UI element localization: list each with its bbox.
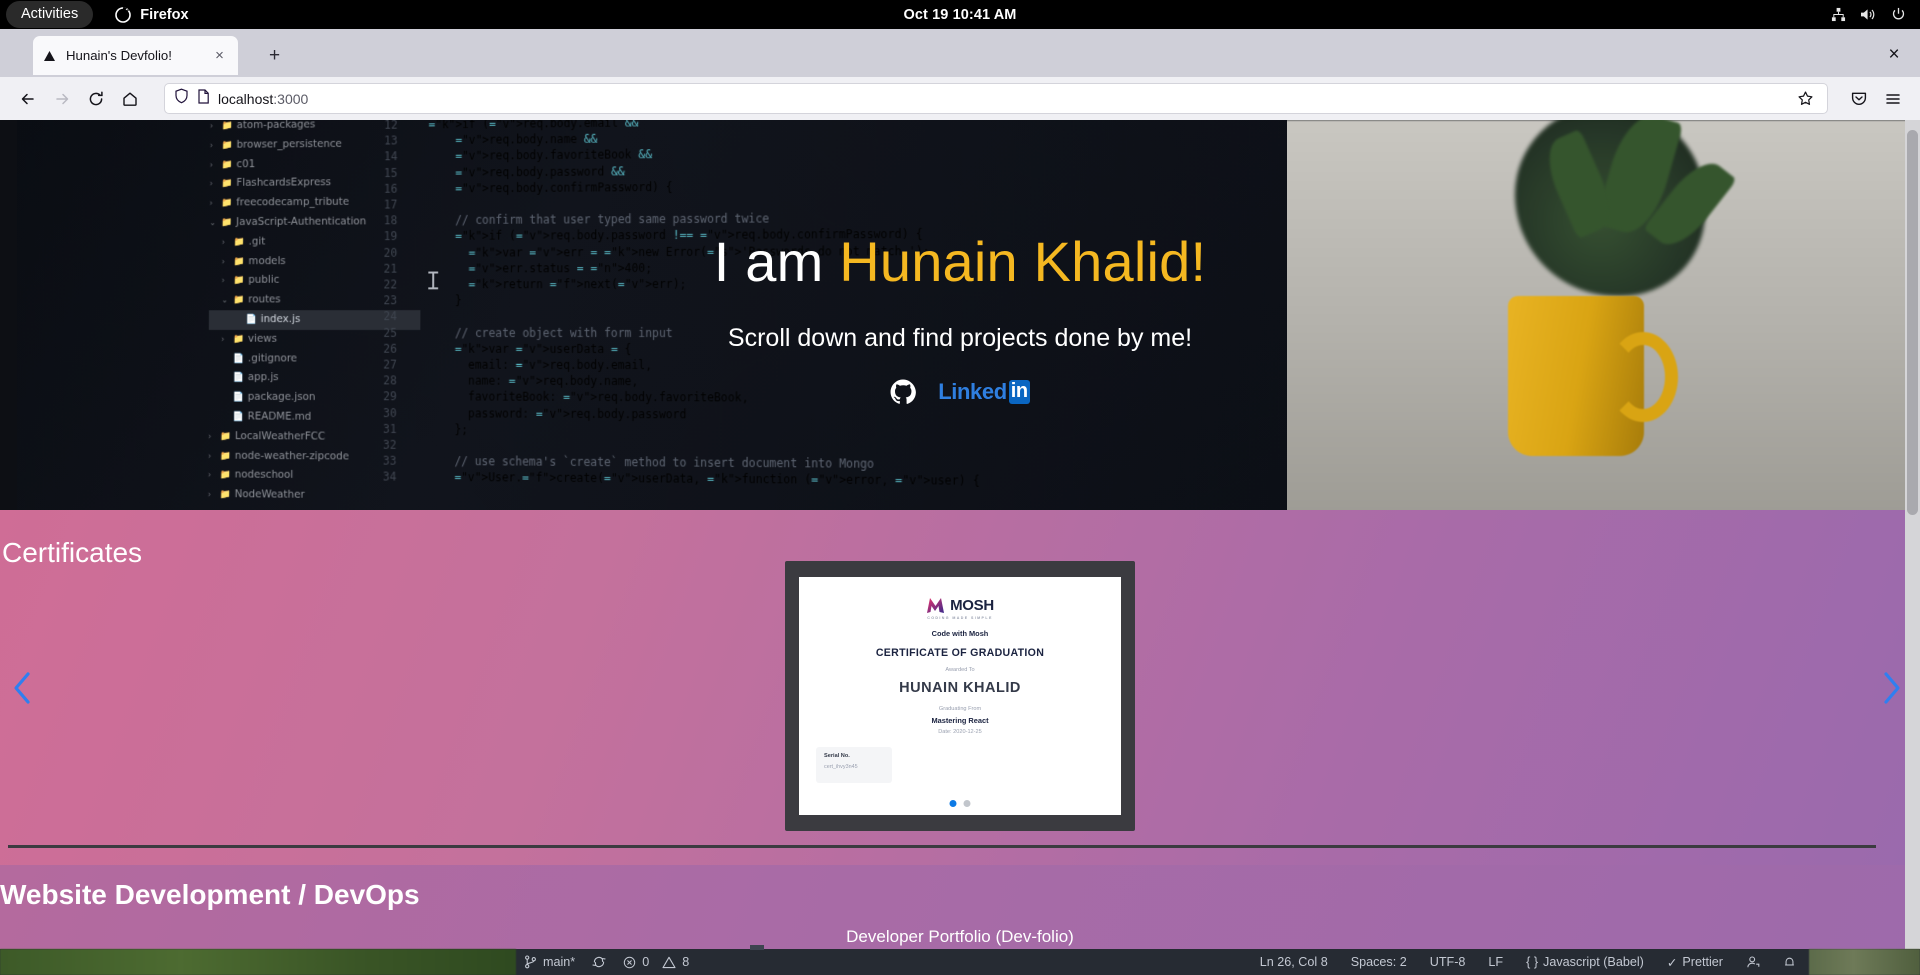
reload-icon[interactable] <box>79 82 112 115</box>
linkedin-icon[interactable]: Linked in <box>938 379 1029 405</box>
firefox-icon <box>115 7 131 23</box>
social-links: Linked in <box>890 379 1029 405</box>
desktop-wallpaper-right <box>1809 949 1920 975</box>
formatter-label: Prettier <box>1682 955 1723 969</box>
sync-icon[interactable] <box>592 955 606 969</box>
error-count: 0 <box>642 955 649 969</box>
activities-button[interactable]: Activities <box>6 1 93 28</box>
url-text: localhost:3000 <box>218 91 1784 107</box>
new-tab-button[interactable]: + <box>262 43 287 68</box>
indentation-setting[interactable]: Spaces: 2 <box>1351 955 1407 969</box>
page-scrollbar[interactable] <box>1905 120 1920 975</box>
active-app-indicator[interactable]: Firefox <box>115 7 188 23</box>
tab-strip: Hunain's Devfolio! × + × <box>0 29 1920 77</box>
navigation-toolbar: localhost:3000 <box>0 77 1920 120</box>
desktop-wallpaper-left <box>0 949 516 975</box>
mosh-logo: MOSH <box>926 597 994 614</box>
git-branch-label: main* <box>543 955 575 969</box>
encoding-setting[interactable]: UTF-8 <box>1430 955 1466 969</box>
serial-value: cert_ihvy3n45 <box>824 764 884 770</box>
certificate-date: Date: 2020-12-25 <box>938 729 982 735</box>
page-title: I am Hunain Khalid! <box>714 233 1207 292</box>
certificates-section: Certificates MOSH CODING MADE SIMPLE Cod… <box>0 510 1920 865</box>
account-icon[interactable] <box>1746 955 1760 969</box>
browser-tab[interactable]: Hunain's Devfolio! × <box>33 36 238 75</box>
system-clock[interactable]: Oct 19 10:41 AM <box>904 7 1017 23</box>
page-viewport: › 📁 atom-packages › 📁 browser_persistence › 📁 c0… <box>0 120 1920 975</box>
certificates-heading: Certificates <box>0 537 142 569</box>
close-icon[interactable]: × <box>210 46 229 65</box>
linkedin-in-badge: in <box>1009 380 1030 404</box>
power-icon <box>1891 7 1906 22</box>
taskbar-hint <box>750 945 764 950</box>
project-item-label[interactable]: Developer Portfolio (Dev-folio) <box>846 927 1074 947</box>
github-icon[interactable] <box>890 379 916 405</box>
language-mode[interactable]: { } Javascript (Babel) <box>1526 955 1644 969</box>
window-close-button[interactable]: × <box>1880 41 1908 69</box>
certificate-carousel[interactable]: MOSH CODING MADE SIMPLE Code with Mosh C… <box>785 561 1135 831</box>
hero-subtitle: Scroll down and find projects done by me… <box>728 324 1192 353</box>
bell-icon[interactable] <box>1783 955 1796 969</box>
address-bar[interactable]: localhost:3000 <box>164 83 1828 114</box>
system-tray[interactable] <box>1831 7 1906 22</box>
certificate-recipient: HUNAIN KHALID <box>899 680 1021 696</box>
chevron-right-icon[interactable] <box>1874 664 1908 712</box>
check-icon: ✓ <box>1667 955 1678 970</box>
problems-status[interactable]: 0 8 <box>623 955 689 969</box>
triangle-favicon <box>42 48 57 63</box>
section-seam <box>8 845 1876 848</box>
linkedin-label: Linked <box>938 379 1007 405</box>
scrollbar-thumb[interactable] <box>1907 130 1918 515</box>
chevron-left-icon[interactable] <box>6 664 40 712</box>
carousel-dots[interactable] <box>950 800 971 807</box>
hero-section: › 📁 atom-packages › 📁 browser_persistence › 📁 c0… <box>0 120 1920 510</box>
pocket-icon[interactable] <box>1842 82 1875 115</box>
projects-heading: Website Development / DevOps <box>0 879 420 911</box>
network-icon <box>1831 7 1846 22</box>
home-icon[interactable] <box>113 82 146 115</box>
mosh-mark-icon <box>926 597 945 614</box>
certificate-heading: CERTIFICATE OF GRADUATION <box>876 647 1044 659</box>
graduating-from-label: Graduating From <box>939 706 981 712</box>
certificate-slide: MOSH CODING MADE SIMPLE Code with Mosh C… <box>799 577 1121 815</box>
warning-count: 8 <box>682 955 689 969</box>
awarded-to-label: Awarded To <box>945 667 974 673</box>
serial-number-box: Serial No. cert_ihvy3n45 <box>816 747 892 783</box>
editor-status-bar: main* 0 8 Ln 26, Col 8 Spaces: 2 UTF-8 L… <box>0 949 1920 975</box>
status-left-group: main* 0 8 <box>524 955 689 969</box>
certificate-course: Mastering React <box>931 716 988 725</box>
carousel-dot[interactable] <box>964 800 971 807</box>
braces-icon: { } <box>1526 955 1538 969</box>
status-right-group: Ln 26, Col 8 Spaces: 2 UTF-8 LF { } Java… <box>1260 955 1796 970</box>
hamburger-menu-icon[interactable] <box>1876 82 1909 115</box>
page-icon <box>197 89 210 109</box>
certificate-issuer: Code with Mosh <box>932 629 989 638</box>
formatter-status[interactable]: ✓ Prettier <box>1667 955 1723 970</box>
mosh-wordmark: MOSH <box>950 597 994 614</box>
forward-arrow-icon[interactable] <box>45 82 78 115</box>
system-top-bar: Activities Firefox Oct 19 10:41 AM <box>0 0 1920 29</box>
shield-icon[interactable] <box>174 88 189 109</box>
mosh-tagline: CODING MADE SIMPLE <box>927 616 993 620</box>
active-app-name: Firefox <box>140 7 188 23</box>
back-arrow-icon[interactable] <box>11 82 44 115</box>
serial-label: Serial No. <box>824 753 884 759</box>
git-branch-status[interactable]: main* <box>524 955 575 969</box>
language-label: Javascript (Babel) <box>1543 955 1644 969</box>
cursor-position[interactable]: Ln 26, Col 8 <box>1260 955 1328 969</box>
carousel-dot-active[interactable] <box>950 800 957 807</box>
volume-icon <box>1860 7 1877 22</box>
hero-content: I am Hunain Khalid! Scroll down and find… <box>0 120 1920 510</box>
tab-title: Hunain's Devfolio! <box>66 48 201 63</box>
browser-chrome: Hunain's Devfolio! × + × localhost:3000 <box>0 29 1920 120</box>
eol-setting[interactable]: LF <box>1488 955 1503 969</box>
star-icon[interactable] <box>1792 86 1818 112</box>
